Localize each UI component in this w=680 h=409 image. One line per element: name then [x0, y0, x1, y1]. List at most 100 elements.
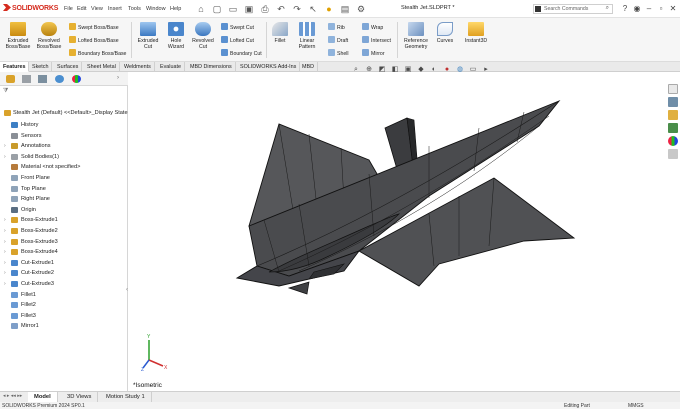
tab-sheet-metal[interactable]: Sheet Metal — [84, 62, 120, 72]
reference-geometry-button[interactable]: Reference Geometry — [401, 22, 431, 50]
view-palette-icon[interactable] — [668, 123, 678, 133]
open-icon[interactable]: ▭ — [228, 4, 238, 14]
expand-chevron-icon[interactable]: › — [4, 152, 6, 162]
save-icon[interactable]: ▣ — [244, 4, 254, 14]
expand-chevron-icon[interactable]: › — [4, 226, 6, 236]
help-icon[interactable]: ? — [620, 4, 630, 14]
tab-sketch[interactable]: Sketch — [29, 62, 53, 72]
linear-pattern-button[interactable]: Linear Pattern — [295, 22, 319, 50]
edit-appearance-icon[interactable]: ● — [443, 66, 451, 74]
boundary-cut-button[interactable]: Boundary Cut — [221, 49, 262, 57]
tab-features[interactable]: Features — [0, 62, 30, 72]
tab-solidworks-add-ins[interactable]: SOLIDWORKS Add-Ins — [237, 62, 301, 72]
section-view-icon[interactable]: ◧ — [391, 66, 399, 74]
solidworks-logo[interactable]: SOLIDWORKS — [3, 4, 58, 12]
search-input[interactable]: Search Commands — [544, 6, 588, 12]
apply-scene-icon[interactable]: ◍ — [456, 66, 464, 74]
menu-window[interactable]: Window — [146, 6, 166, 12]
select-icon[interactable]: ↖ — [308, 4, 318, 14]
lofted-boss-button[interactable]: Lofted Boss/Base — [69, 36, 119, 44]
hole-wizard-button[interactable]: Hole Wizard — [163, 22, 189, 50]
graphics-area[interactable]: Y X Z *Isometric — [129, 76, 665, 391]
design-library-icon[interactable] — [668, 97, 678, 107]
restore-icon[interactable]: ▫ — [656, 4, 666, 14]
menu-edit[interactable]: Edit — [77, 6, 86, 12]
previous-view-icon[interactable]: ◩ — [378, 66, 386, 74]
menu-help[interactable]: Help — [170, 6, 181, 12]
print-icon[interactable]: ⎙ — [260, 4, 270, 14]
tab-weldments[interactable]: Weldments — [121, 62, 155, 72]
file-properties-icon[interactable]: ▤ — [340, 4, 350, 14]
menu-insert[interactable]: Insert — [108, 6, 122, 12]
filter-icon[interactable]: ⧩ — [3, 88, 8, 95]
minimize-icon[interactable]: – — [644, 4, 654, 14]
redo-icon[interactable]: ↷ — [292, 4, 302, 14]
expand-chevron-icon[interactable]: › — [4, 215, 6, 225]
status-unit-system[interactable]: MMGS — [628, 403, 644, 409]
zoom-area-icon[interactable]: ⊕ — [365, 66, 373, 74]
display-pane-icon[interactable]: ▸ — [482, 66, 490, 74]
search-commands-box[interactable]: Search Commands ⌕ — [533, 4, 613, 14]
expand-chevron-icon[interactable]: › — [4, 258, 6, 268]
tab-surfaces[interactable]: Surfaces — [54, 62, 83, 72]
rib-button[interactable]: Rib — [328, 23, 345, 31]
options-icon[interactable]: ⚙ — [356, 4, 366, 14]
expand-chevron-icon[interactable]: › — [4, 268, 6, 278]
dimxpert-manager-tab-icon[interactable] — [55, 75, 64, 83]
expand-pane-icon[interactable]: › — [117, 75, 123, 83]
draft-button[interactable]: Draft — [328, 36, 348, 44]
intersect-button[interactable]: Intersect — [362, 36, 391, 44]
tab-model[interactable]: Model — [28, 392, 58, 402]
rebuild-icon[interactable]: ● — [324, 4, 334, 14]
stealth-jet-model[interactable] — [129, 76, 665, 391]
tab-mbd-dimensions[interactable]: MBD Dimensions — [187, 62, 236, 72]
tab-evaluate[interactable]: Evaluate — [157, 62, 185, 72]
wrap-button[interactable]: Wrap — [362, 23, 383, 31]
solidworks-resources-icon[interactable] — [668, 84, 678, 94]
tab-mbd[interactable]: MBD — [299, 62, 318, 72]
configuration-manager-tab-icon[interactable] — [38, 75, 47, 83]
tab-3d-views[interactable]: 3D Views — [61, 392, 99, 402]
home-icon[interactable]: ⌂ — [196, 4, 206, 14]
fillet-button[interactable]: Fillet — [270, 22, 290, 44]
shell-button[interactable]: Shell — [328, 49, 349, 57]
menu-file[interactable]: File — [64, 6, 73, 12]
feature-icon — [11, 238, 18, 245]
tab-scroll-arrows-icon[interactable]: ◂ ▸ ◂◂ ▸▸ — [3, 393, 22, 399]
instant3d-button[interactable]: Instant3D — [461, 22, 491, 44]
view-orientation-icon[interactable]: ▣ — [404, 66, 412, 74]
expand-chevron-icon[interactable]: › — [4, 237, 6, 247]
mirror-button[interactable]: Mirror — [362, 49, 385, 57]
boundary-boss-button[interactable]: Boundary Boss/Base — [69, 49, 126, 57]
appearances-icon[interactable] — [668, 136, 678, 146]
zoom-to-fit-icon[interactable]: ⌕ — [352, 66, 360, 74]
swept-boss-button[interactable]: Swept Boss/Base — [69, 23, 119, 31]
display-style-icon[interactable]: ◆ — [417, 66, 425, 74]
file-explorer-icon[interactable] — [668, 110, 678, 120]
feature-manager-tab-icon[interactable] — [6, 75, 15, 83]
custom-properties-icon[interactable] — [668, 149, 678, 159]
user-icon[interactable]: ◉ — [632, 4, 642, 14]
extruded-cut-button[interactable]: Extruded Cut — [135, 22, 161, 50]
lofted-cut-button[interactable]: Lofted Cut — [221, 36, 254, 44]
expand-chevron-icon[interactable]: › — [4, 279, 6, 289]
property-manager-tab-icon[interactable] — [22, 75, 31, 83]
extruded-boss-button[interactable]: Extruded Boss/Base — [4, 22, 32, 50]
swept-cut-button[interactable]: Swept Cut — [221, 23, 254, 31]
menu-view[interactable]: View — [91, 6, 103, 12]
view-settings-icon[interactable]: ▭ — [469, 66, 477, 74]
menu-tools[interactable]: Tools — [128, 6, 141, 12]
search-scope-icon[interactable] — [535, 6, 541, 12]
curves-button[interactable]: Curves — [434, 22, 456, 44]
display-manager-tab-icon[interactable] — [72, 75, 81, 83]
revolved-cut-button[interactable]: Revolved Cut — [190, 22, 216, 50]
expand-chevron-icon[interactable]: › — [4, 247, 6, 257]
revolved-boss-button[interactable]: Revolved Boss/Base — [35, 22, 63, 50]
hide-show-icon[interactable]: ◐ — [430, 66, 438, 74]
new-document-icon[interactable]: ▢ — [212, 4, 222, 14]
search-icon[interactable]: ⌕ — [606, 5, 609, 12]
tab-motion-study[interactable]: Motion Study 1 — [100, 392, 152, 402]
undo-icon[interactable]: ↶ — [276, 4, 286, 14]
close-icon[interactable]: ✕ — [668, 4, 678, 14]
expand-chevron-icon[interactable]: › — [4, 141, 6, 151]
